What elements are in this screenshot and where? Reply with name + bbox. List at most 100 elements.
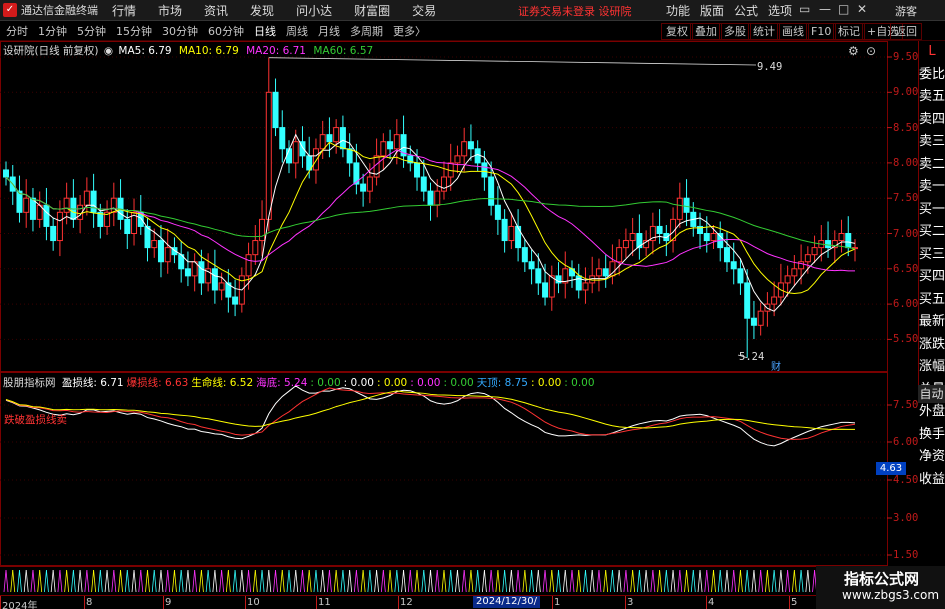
signal-stroke xyxy=(57,569,61,593)
signal-stroke xyxy=(589,569,593,593)
signal-stroke xyxy=(185,569,189,593)
candle-body xyxy=(488,176,495,206)
signal-stroke xyxy=(558,569,561,593)
signal-stroke xyxy=(672,569,676,593)
candle-body xyxy=(481,162,488,178)
signal-stroke xyxy=(254,569,258,593)
signal-stroke xyxy=(44,569,47,593)
signal-stroke xyxy=(524,569,528,593)
signal-stroke xyxy=(118,569,121,593)
signal-stroke xyxy=(632,569,636,593)
panel-buy2: 买二 xyxy=(919,224,945,239)
signal-stroke xyxy=(502,569,506,593)
candle-body xyxy=(750,317,757,326)
legend-settings-icon[interactable]: ◉ xyxy=(104,45,113,57)
sub-legend-title: 股朋指标网 xyxy=(3,377,56,389)
watermark-title: 指标公式网 xyxy=(844,570,920,588)
signal-stroke xyxy=(598,569,602,593)
candle-body xyxy=(393,134,400,150)
signal-stroke xyxy=(497,569,501,593)
candle-body xyxy=(83,190,90,206)
low-label: 5.24 xyxy=(739,351,765,363)
signal-stroke xyxy=(308,569,312,593)
candle-body xyxy=(508,225,515,242)
signal-stroke xyxy=(147,569,150,593)
candle-body xyxy=(582,282,589,291)
signal-stroke xyxy=(713,569,716,593)
signal-stroke xyxy=(167,569,171,593)
panel-buy3: 买三 xyxy=(919,246,945,262)
signal-stroke xyxy=(187,569,191,593)
signal-stroke xyxy=(64,569,68,593)
signal-stroke xyxy=(564,569,568,593)
signal-stroke xyxy=(266,569,270,593)
signal-stroke xyxy=(556,569,559,593)
finance-marker[interactable]: 财 xyxy=(771,358,781,373)
signal-stroke xyxy=(353,569,357,593)
signal-stroke xyxy=(259,569,263,593)
signal-stroke xyxy=(724,569,728,593)
sub-legend-item: 天顶: 8.75 xyxy=(476,377,528,389)
signal-stroke xyxy=(576,569,580,593)
candle-body xyxy=(454,155,461,164)
signal-stroke xyxy=(562,569,566,593)
date-tick: 3 xyxy=(627,597,634,608)
signal-stroke xyxy=(37,569,41,593)
date-tick: 11 xyxy=(318,597,331,608)
signal-stroke xyxy=(17,569,20,593)
panel-collapse-icon[interactable]: L xyxy=(919,41,945,64)
date-tick: 1 xyxy=(554,597,561,608)
signal-stroke xyxy=(369,569,373,593)
signal-stroke xyxy=(347,569,351,593)
signal-stroke xyxy=(807,569,811,593)
signal-stroke xyxy=(738,569,741,593)
signal-stroke xyxy=(450,569,454,593)
expand-icon[interactable]: ⊙ xyxy=(866,44,876,58)
sub-tick: 7.50 xyxy=(893,399,919,411)
signal-stroke xyxy=(650,569,654,593)
candle-body xyxy=(737,268,744,284)
signal-stroke xyxy=(436,569,440,593)
signal-stroke xyxy=(158,569,162,593)
signal-stroke xyxy=(360,569,364,593)
signal-stroke xyxy=(409,569,413,593)
signal-stroke xyxy=(697,569,701,593)
signal-stroke xyxy=(537,569,541,593)
candle-body xyxy=(838,233,845,242)
signal-stroke xyxy=(387,569,391,593)
panel-sell2: 卖二 xyxy=(919,156,945,172)
candle-body xyxy=(252,240,259,256)
kline-chart[interactable] xyxy=(0,0,945,609)
settings-icon[interactable]: ⚙ xyxy=(848,44,859,58)
date-tick: 4 xyxy=(708,597,715,608)
signal-stroke xyxy=(457,569,460,593)
signal-stroke xyxy=(320,569,324,593)
sub-legend: 股朋指标网 盈损线: 6.71 爆损线: 6.63 生命线: 6.52 海底: 5.2… xyxy=(3,375,595,390)
signal-stroke xyxy=(46,569,49,593)
signal-stroke xyxy=(636,569,640,593)
signal-stroke xyxy=(746,569,750,593)
ma10-value: MA10: 6.79 xyxy=(178,45,239,57)
candle-body xyxy=(151,240,158,249)
signal-stroke xyxy=(616,569,620,593)
signal-stroke xyxy=(199,569,202,593)
sub-tick: 6.00 xyxy=(893,436,919,448)
signal-stroke xyxy=(77,569,81,593)
signal-stroke xyxy=(306,569,310,593)
auto-button[interactable]: 自动 xyxy=(918,385,945,403)
signal-stroke xyxy=(679,569,683,593)
panel-buy5: 买五 xyxy=(919,291,945,307)
candle-body xyxy=(723,247,730,263)
candle-body xyxy=(265,91,272,220)
signal-stroke xyxy=(659,569,662,593)
candle-body xyxy=(50,225,57,242)
candle-body xyxy=(703,233,710,242)
candle-body xyxy=(771,296,778,305)
signal-stroke xyxy=(726,569,730,593)
signal-stroke xyxy=(111,569,115,593)
candle-body xyxy=(501,218,508,242)
price-tick: 9.50 xyxy=(893,51,919,63)
signal-stroke xyxy=(52,569,56,593)
signal-stroke xyxy=(455,569,458,593)
signal-stroke xyxy=(403,569,406,593)
